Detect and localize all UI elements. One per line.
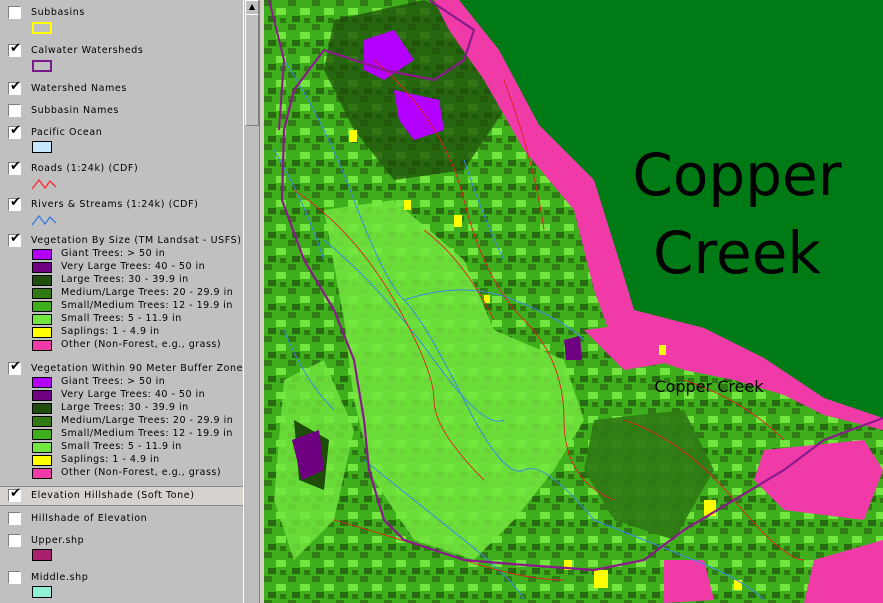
vegetation-swatch [32,377,52,388]
layer-label: Hillshade of Elevation [31,513,148,524]
pacific-ocean-symbol [32,141,52,153]
layer-middle-checkbox[interactable] [8,571,21,584]
vegetation-swatch [32,288,52,299]
layer-vegetation-checkbox[interactable] [8,231,21,247]
saplings-patch [484,295,490,303]
vegetation-swatch [32,468,52,479]
layer-subbasins[interactable]: Subbasins [0,4,243,24]
layer-label: Roads (1:24k) (CDF) [31,163,139,174]
rivers-line-symbol [31,214,57,226]
watershed-name-large-line2: Creek [653,219,821,287]
vegetation-swatch [32,301,52,312]
layer-calwater-checkbox[interactable] [8,41,21,57]
vegetation-class-label: Very Large Trees: 40 - 50 in [61,389,206,400]
layer-label: Subbasin Names [31,105,119,116]
saplings-patch [404,200,411,210]
layer-subbasin-names-checkbox[interactable] [8,104,21,117]
vegetation-swatch [32,327,52,338]
vegetation-class-label: Large Trees: 30 - 39.9 in [61,274,189,285]
layer-label: Rivers & Streams (1:24k) (CDF) [31,199,199,210]
scroll-up-arrow-icon[interactable]: ▲ [245,0,259,15]
map-canvas[interactable]: Copper Creek Copper Creek [264,0,883,603]
layer-hillshade-checkbox[interactable] [8,512,21,525]
vegetation-class-label: Other (Non-Forest, e.g., grass) [61,339,222,350]
layer-label: Middle.shp [31,572,89,583]
vegetation-class-label: Large Trees: 30 - 39.9 in [61,402,189,413]
vegetation-swatch [32,403,52,414]
roads-line-symbol [31,178,57,190]
layer-label: Calwater Watersheds [31,45,144,56]
layer-rivers-checkbox[interactable] [8,195,21,211]
layer-label: Elevation Hillshade (Soft Tone) [31,490,195,501]
saplings-patch [734,580,742,590]
layer-label: Watershed Names [31,83,127,94]
vegetation-swatch [32,314,52,325]
vegetation-swatch [32,390,52,401]
layer-upper-checkbox[interactable] [8,534,21,547]
saplings-patch [659,345,666,355]
layer-roads-checkbox[interactable] [8,159,21,175]
very-large-trees-patch [564,336,582,360]
layer-subbasins-checkbox[interactable] [8,6,21,19]
middle-shp-symbol [32,586,52,598]
layer-calwater-watersheds[interactable]: Calwater Watersheds [0,41,243,62]
watershed-name-large-line1: Copper [632,141,841,209]
subbasins-symbol [32,22,52,34]
upper-shp-symbol [32,549,52,561]
vegetation-class-label: Other (Non-Forest, e.g., grass) [61,467,222,478]
vegetation-class-label: Giant Trees: > 50 in [61,248,166,259]
vegetation-class-label: Saplings: 1 - 4.9 in [61,326,160,337]
vegetation-swatch [32,442,52,453]
layer-label: Pacific Ocean [31,127,103,138]
vegetation-class-label: Small/Medium Trees: 12 - 19.9 in [61,300,233,311]
layer-label: Upper.shp [31,535,85,546]
layer-label: Subbasins [31,7,85,18]
layer-elevation-hillshade[interactable]: Elevation Hillshade (Soft Tone) [0,486,243,507]
vegetation-class-label: Small Trees: 5 - 11.9 in [61,313,182,324]
layer-label: Vegetation By Size (TM Landsat - USFS) [31,235,242,246]
layer-label: Vegetation Within 90 Meter Buffer Zones [31,363,243,374]
layer-subbasin-names[interactable]: Subbasin Names [0,102,243,122]
vegetation-class-label: Medium/Large Trees: 20 - 29.9 in [61,415,234,426]
layer-pacific-ocean-checkbox[interactable] [8,123,21,139]
layer-hillshade-of-elevation[interactable]: Hillshade of Elevation [0,510,243,530]
table-of-contents: Subbasins Calwater Watersheds Watershed … [0,0,243,603]
vegetation-class-label: Very Large Trees: 40 - 50 in [61,261,206,272]
saplings-patch [454,215,462,227]
layer-watershed-names[interactable]: Watershed Names [0,79,243,100]
vegetation-class-label: Giant Trees: > 50 in [61,376,166,387]
vegetation-class-label: Small Trees: 5 - 11.9 in [61,441,182,452]
layer-vegetation-buffer-checkbox[interactable] [8,359,21,375]
scrollbar-thumb[interactable] [245,14,259,126]
vegetation-swatch [32,340,52,351]
map-view[interactable]: Copper Creek Copper Creek [264,0,883,603]
vegetation-class-label: Saplings: 1 - 4.9 in [61,454,160,465]
layer-elevation-hillshade-checkbox[interactable] [8,486,21,502]
vegetation-swatch [32,416,52,427]
legend-scrollbar[interactable]: ▲ [243,0,259,603]
vegetation-class-label: Medium/Large Trees: 20 - 29.9 in [61,287,234,298]
vegetation-swatch [32,262,52,273]
vegetation-swatch [32,249,52,260]
watershed-name-small: Copper Creek [654,377,764,396]
layer-watershed-names-checkbox[interactable] [8,79,21,95]
vegetation-swatch [32,455,52,466]
vegetation-swatch [32,275,52,286]
vegetation-swatch [32,429,52,440]
saplings-patch [349,130,357,142]
calwater-symbol [32,60,52,72]
saplings-patch [594,570,608,588]
vegetation-class-label: Small/Medium Trees: 12 - 19.9 in [61,428,233,439]
